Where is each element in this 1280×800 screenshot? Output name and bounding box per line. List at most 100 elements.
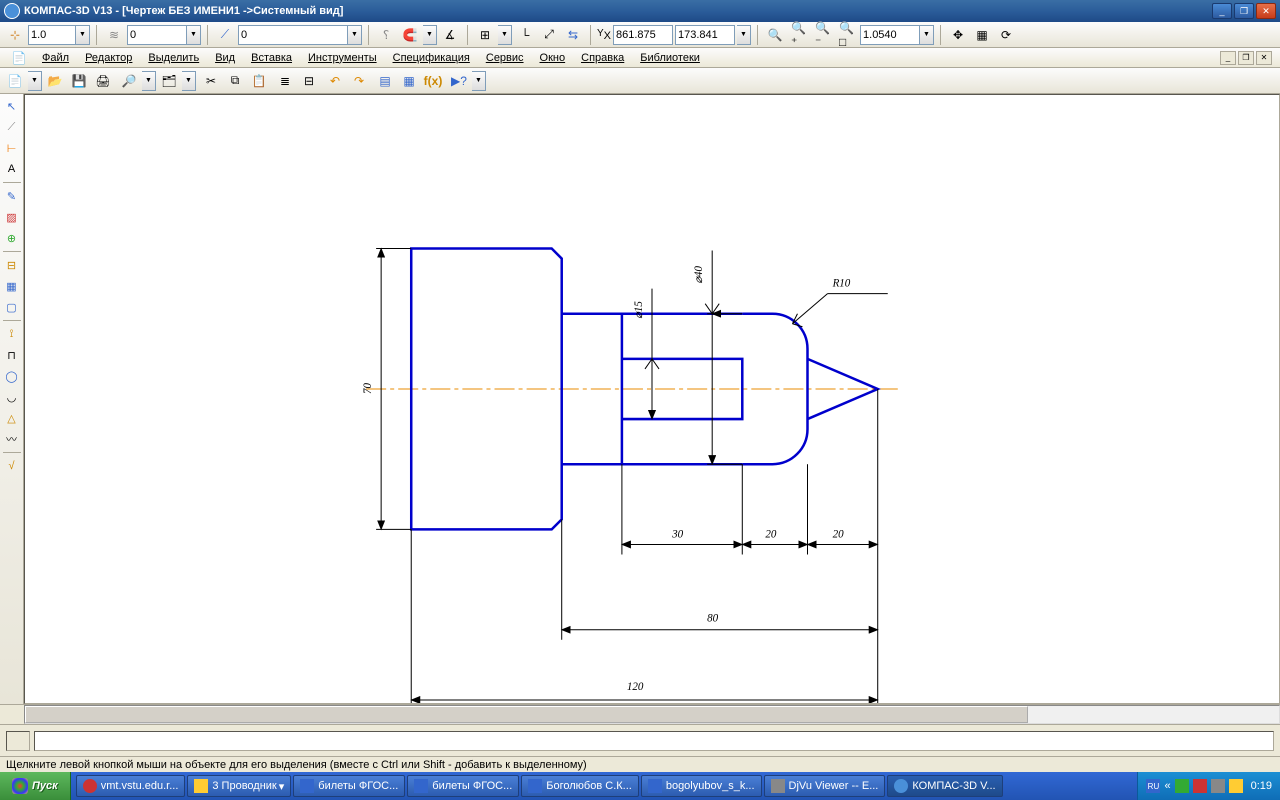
rebuild-icon[interactable]: ▦: [971, 24, 993, 46]
undo-icon[interactable]: ↶: [324, 70, 346, 92]
properties-icon[interactable]: ≣: [274, 70, 296, 92]
close-button[interactable]: ✕: [1256, 3, 1276, 19]
layers-icon[interactable]: ▤: [374, 70, 396, 92]
scrollbar-horizontal[interactable]: [0, 704, 1280, 724]
chevron-down-icon[interactable]: ▼: [423, 25, 437, 45]
task-item[interactable]: bogolyubov_s_k...: [641, 775, 762, 797]
mdi-minimize-button[interactable]: _: [1220, 51, 1236, 65]
command-input[interactable]: [34, 731, 1274, 751]
table-icon[interactable]: ▦: [2, 276, 22, 296]
clock[interactable]: 0:19: [1251, 780, 1272, 792]
chevron-down-icon[interactable]: ▼: [142, 71, 156, 91]
preview-icon[interactable]: 🔎: [118, 70, 140, 92]
system-tray[interactable]: RU « 0:19: [1137, 772, 1280, 800]
task-item[interactable]: Боголюбов С.К...: [521, 775, 639, 797]
cut-icon[interactable]: ✂: [200, 70, 222, 92]
save-icon[interactable]: 💾: [68, 70, 90, 92]
chevron-down-icon[interactable]: ▼: [737, 25, 751, 45]
triangle-icon[interactable]: △: [2, 408, 22, 428]
zoom-icon[interactable]: 🔍: [764, 24, 786, 46]
task-item[interactable]: DjVu Viewer -- E...: [764, 775, 886, 797]
chevron-down-icon[interactable]: ▼: [28, 71, 42, 91]
ortho-icon[interactable]: └: [514, 24, 536, 46]
layer-combo[interactable]: ▼: [127, 25, 201, 45]
menu-view[interactable]: Вид: [207, 50, 243, 66]
linestyle-input[interactable]: [238, 25, 348, 45]
tray-icon[interactable]: [1193, 779, 1207, 793]
task-item[interactable]: 3 Проводник▾: [187, 775, 291, 797]
task-item[interactable]: билеты ФГОС...: [293, 775, 405, 797]
coord-y-input[interactable]: [675, 25, 735, 45]
new-icon[interactable]: 📄: [4, 70, 26, 92]
snap-icon[interactable]: ⸮: [375, 24, 397, 46]
chevron-down-icon[interactable]: ▼: [76, 25, 90, 45]
menu-file[interactable]: Файл: [34, 50, 77, 66]
maximize-button[interactable]: ❐: [1234, 3, 1254, 19]
mdi-close-button[interactable]: ✕: [1256, 51, 1272, 65]
chevron-down-icon[interactable]: ▼: [182, 71, 196, 91]
doc-icon[interactable]: 📄: [8, 47, 30, 69]
select-icon[interactable]: ↖: [2, 96, 22, 116]
tray-chevron[interactable]: «: [1164, 780, 1170, 792]
start-button[interactable]: Пуск: [0, 772, 71, 800]
minimize-button[interactable]: _: [1212, 3, 1232, 19]
docs-icon[interactable]: 🗂: [158, 70, 180, 92]
angle-icon[interactable]: ∡: [439, 24, 461, 46]
hatch-icon[interactable]: ▨: [2, 207, 22, 227]
zoom-fit-icon[interactable]: 🔍□: [836, 24, 858, 46]
zoom-combo[interactable]: ▼: [860, 25, 934, 45]
dimension-icon[interactable]: ⊢: [2, 138, 22, 158]
chevron-down-icon[interactable]: ▼: [920, 25, 934, 45]
linestyle-combo[interactable]: ▼: [238, 25, 362, 45]
pan-icon[interactable]: ✥: [947, 24, 969, 46]
menu-select[interactable]: Выделить: [140, 50, 207, 66]
task-item[interactable]: vmt.vstu.edu.r...: [76, 775, 186, 797]
zoom-out-icon[interactable]: 🔍⁻: [812, 24, 834, 46]
param-icon[interactable]: ⇆: [562, 24, 584, 46]
help-icon[interactable]: ▶?: [448, 70, 470, 92]
step-toggle-icon[interactable]: ⊹: [4, 24, 26, 46]
menu-window[interactable]: Окно: [532, 50, 574, 66]
grid-icon[interactable]: ⊞: [474, 24, 496, 46]
mdi-restore-button[interactable]: ❐: [1238, 51, 1254, 65]
copy-icon[interactable]: ⧉: [224, 70, 246, 92]
param2-icon[interactable]: ⊕: [2, 228, 22, 248]
menu-insert[interactable]: Вставка: [243, 50, 300, 66]
zoom-in-icon[interactable]: 🔍⁺: [788, 24, 810, 46]
coord-x-input[interactable]: [613, 25, 673, 45]
spline-icon[interactable]: 〰: [2, 429, 22, 449]
lang-indicator[interactable]: RU: [1146, 779, 1160, 793]
tray-icon[interactable]: [1229, 779, 1243, 793]
chevron-down-icon[interactable]: ▼: [472, 71, 486, 91]
arc-icon[interactable]: ◡: [2, 387, 22, 407]
measure-icon[interactable]: ⟟: [2, 324, 22, 344]
style-icon[interactable]: ⟋: [214, 24, 236, 46]
constraint-icon[interactable]: ⊟: [2, 255, 22, 275]
chevron-down-icon[interactable]: ▼: [498, 25, 512, 45]
box-icon[interactable]: ▢: [2, 297, 22, 317]
refresh-icon[interactable]: ⟳: [995, 24, 1017, 46]
menu-edit[interactable]: Редактор: [77, 50, 140, 66]
paste-icon[interactable]: 📋: [248, 70, 270, 92]
local-cs-icon[interactable]: ⤢: [538, 24, 560, 46]
tray-icon[interactable]: [1211, 779, 1225, 793]
scale-input[interactable]: [28, 25, 76, 45]
zoom-input[interactable]: [860, 25, 920, 45]
drawing-canvas[interactable]: 70 ⌀40 ⌀15 R10: [24, 94, 1280, 704]
layer-icon[interactable]: ≋: [103, 24, 125, 46]
magnet-icon[interactable]: 🧲: [399, 24, 421, 46]
circle-icon[interactable]: ◯: [2, 366, 22, 386]
task-item[interactable]: билеты ФГОС...: [407, 775, 519, 797]
print-icon[interactable]: 🖨: [92, 70, 114, 92]
manager-icon[interactable]: ▦: [398, 70, 420, 92]
open-icon[interactable]: 📂: [44, 70, 66, 92]
layer-input[interactable]: [127, 25, 187, 45]
menu-tools[interactable]: Инструменты: [300, 50, 385, 66]
fx-icon[interactable]: f(x): [422, 70, 444, 92]
scale-combo[interactable]: ▼: [28, 25, 90, 45]
redo-icon[interactable]: ↷: [348, 70, 370, 92]
edit-icon[interactable]: ✎: [2, 186, 22, 206]
menu-libraries[interactable]: Библиотеки: [632, 50, 708, 66]
menu-spec[interactable]: Спецификация: [385, 50, 478, 66]
tray-icon[interactable]: [1175, 779, 1189, 793]
